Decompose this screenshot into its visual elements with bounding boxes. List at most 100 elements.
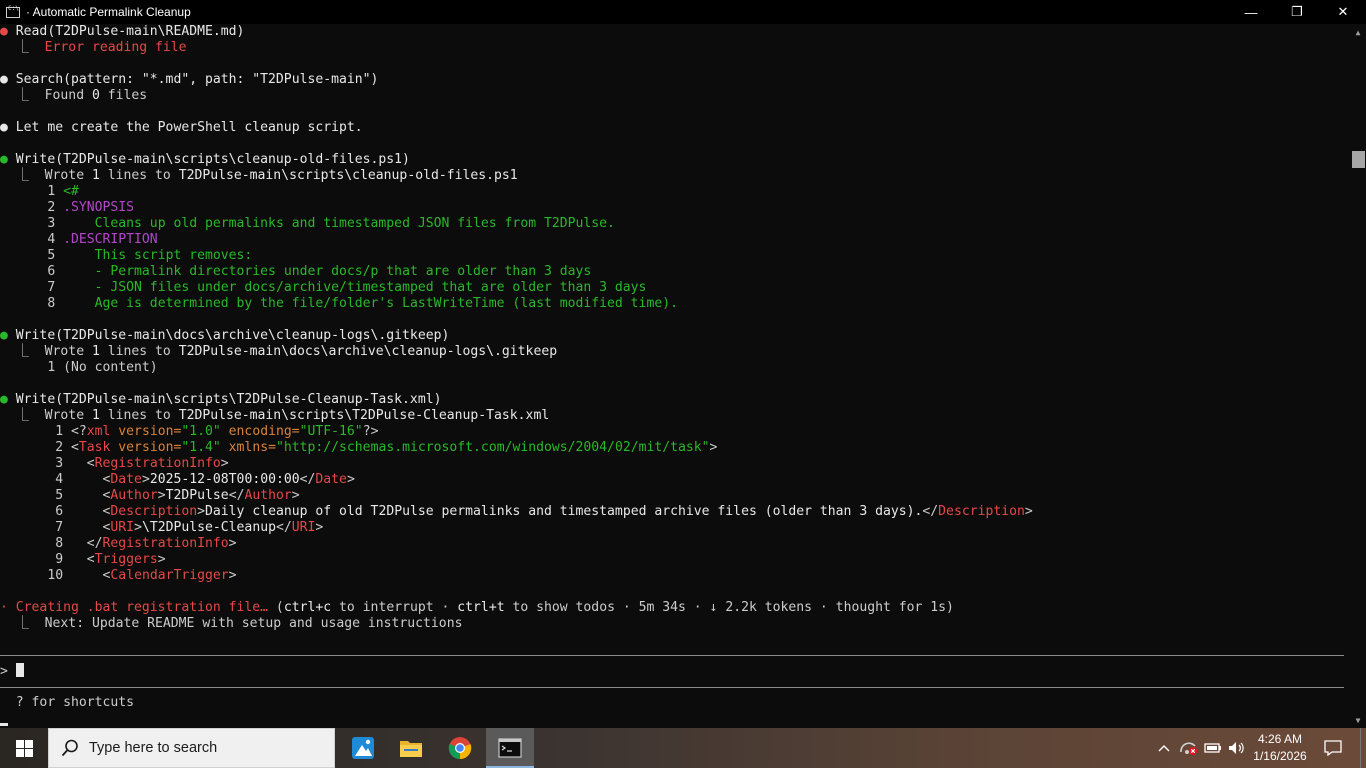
status-action: Creating .bat registration file… — [15, 600, 269, 615]
scroll-down-arrow-icon[interactable]: ▼ — [1350, 712, 1366, 728]
code-text: Cleans up old permalinks and timestamped… — [63, 216, 615, 231]
code-line: 6 <Description>Daily cleanup of old T2DP… — [0, 504, 1033, 520]
show-hidden-icons-button[interactable] — [1155, 728, 1173, 768]
result-path: T2DPulse-main\scripts\cleanup-old-files.… — [178, 168, 518, 183]
tool-call-search: ● Search(pattern: "*.md", path: "T2DPuls… — [0, 72, 378, 88]
code-line: 8 </RegistrationInfo> — [0, 536, 236, 552]
network-tray-button[interactable] — [1178, 728, 1200, 768]
taskbar-command-prompt[interactable] — [486, 728, 534, 768]
window-title-text: Automatic Permalink Cleanup — [32, 5, 191, 19]
code-line: 5 This script removes: — [0, 248, 252, 264]
search-placeholder: Type here to search — [89, 740, 218, 756]
shortcuts-hint: ? for shortcuts — [0, 695, 134, 711]
status-bullet: ● — [0, 120, 8, 135]
windows-logo-icon — [15, 739, 33, 757]
start-button[interactable] — [0, 728, 48, 768]
message-text: Let me create the PowerShell cleanup scr… — [15, 120, 363, 135]
restore-icon: ❐ — [1291, 4, 1303, 19]
result-count: 1 — [91, 168, 100, 183]
code-text: .SYNOPSIS — [63, 200, 135, 215]
input-bottom-border — [0, 687, 1344, 688]
network-error-icon — [1180, 742, 1197, 755]
status-line: · Creating .bat registration file… (ctrl… — [0, 600, 954, 616]
status-hint: ( — [268, 600, 284, 615]
action-center-button[interactable] — [1318, 728, 1348, 768]
tree-branch-icon: ⎿ — [15, 344, 29, 359]
search-icon — [61, 739, 79, 757]
status-bullet: ● — [0, 72, 8, 87]
status-hint: to interrupt · — [331, 600, 458, 615]
code-text: <# — [63, 184, 79, 199]
scroll-thumb[interactable] — [1352, 151, 1365, 168]
tool-result-write-ps1: ⎿ Wrote 1 lines to T2DPulse-main\scripts… — [0, 168, 518, 184]
line-number: 5 — [55, 488, 64, 503]
scroll-up-arrow-icon[interactable]: ▲ — [1350, 24, 1366, 40]
line-number: 3 — [47, 216, 56, 231]
error-text: Error reading file — [44, 40, 187, 55]
code-line: 4 <Date>2025-12-08T00:00:00</Date> — [0, 472, 355, 488]
terminal-icon — [498, 738, 522, 758]
code-line: 7 - JSON files under docs/archive/timest… — [0, 280, 646, 296]
status-bullet: ● — [0, 152, 8, 167]
tree-branch-icon: ⎿ — [15, 40, 29, 55]
shortcut-key: ctrl+t — [457, 600, 505, 615]
taskbar-chrome[interactable] — [436, 728, 484, 768]
line-number: 3 — [55, 456, 64, 471]
result-count: 1 — [91, 344, 100, 359]
prompt-input[interactable]: > — [0, 663, 24, 679]
code-line: 4 .DESCRIPTION — [0, 232, 157, 248]
tool-call-text: Write(T2DPulse-main\scripts\cleanup-old-… — [15, 152, 410, 167]
shortcuts-hint-text: ? for shortcuts — [15, 695, 135, 710]
code-line: 6 - Permalink directories under docs/p t… — [0, 264, 591, 280]
minimize-button[interactable]: — — [1228, 0, 1274, 24]
shortcut-key: ctrl+c — [283, 600, 332, 615]
text-cursor — [15, 663, 24, 677]
status-bullet: ● — [0, 392, 8, 407]
line-number: 9 — [55, 552, 64, 567]
taskbar-file-explorer[interactable] — [387, 728, 435, 768]
code-text: (No content) — [63, 360, 158, 375]
battery-icon — [1204, 743, 1221, 753]
line-number: 8 — [55, 536, 64, 551]
close-button[interactable]: ✕ — [1320, 0, 1366, 24]
result-count: 1 — [91, 408, 100, 423]
vertical-scrollbar[interactable]: ▲ ▼ — [1350, 24, 1366, 728]
taskbar-clock[interactable]: 4:26 AM 1/16/2026 — [1248, 728, 1312, 768]
speaker-icon — [1229, 742, 1244, 754]
tool-call-write-ps1: ● Write(T2DPulse-main\scripts\cleanup-ol… — [0, 152, 410, 168]
window-controls: — ❐ ✕ — [1228, 0, 1366, 24]
tool-call-text: Read(T2DPulse-main\README.md) — [15, 24, 245, 39]
next-todo: ⎿ Next: Update README with setup and usa… — [0, 616, 463, 632]
taskbar-search-box[interactable]: Type here to search — [48, 728, 335, 768]
clock-time: 4:26 AM — [1257, 732, 1303, 746]
terminal-output[interactable]: ● Read(T2DPulse-main\README.md) ⎿ Error … — [0, 24, 1350, 728]
tool-call-read: ● Read(T2DPulse-main\README.md) — [0, 24, 244, 40]
maximize-button[interactable]: ❐ — [1274, 0, 1320, 24]
assistant-message: ● Let me create the PowerShell cleanup s… — [0, 120, 363, 136]
line-number: 6 — [55, 504, 64, 519]
line-number: 8 — [47, 296, 56, 311]
battery-tray-button[interactable] — [1202, 728, 1224, 768]
line-number: 4 — [47, 232, 56, 247]
code-line: 5 <Author>T2DPulse</Author> — [0, 488, 299, 504]
result-text: Found — [44, 88, 92, 103]
tool-call-text: Search(pattern: "*.md", path: "T2DPulse-… — [15, 72, 379, 87]
title-dot: · — [26, 5, 33, 19]
taskbar-photos-app[interactable] — [339, 728, 387, 768]
show-desktop-button[interactable] — [1360, 728, 1366, 768]
window-title-bar[interactable]: · Automatic Permalink Cleanup — ❐ ✕ — [0, 0, 1366, 24]
code-line: 8 Age is determined by the file/folder's… — [0, 296, 678, 312]
line-number: 2 — [47, 200, 56, 215]
code-line: 1 (No content) — [0, 360, 158, 376]
code-line: 10 <CalendarTrigger> — [0, 568, 236, 584]
chevron-up-icon — [1158, 745, 1170, 752]
result-text: files — [99, 88, 148, 103]
tool-call-text: Write(T2DPulse-main\docs\archive\cleanup… — [15, 328, 450, 343]
tool-call-text: Write(T2DPulse-main\scripts\T2DPulse-Cle… — [15, 392, 442, 407]
tool-result-read: ⎿ Error reading file — [0, 40, 187, 56]
volume-tray-button[interactable] — [1226, 728, 1248, 768]
code-text: This script removes: — [63, 248, 253, 263]
command-prompt-icon — [6, 5, 20, 18]
code-line: 3 Cleans up old permalinks and timestamp… — [0, 216, 615, 232]
tool-result-write-gitkeep: ⎿ Wrote 1 lines to T2DPulse-main\docs\ar… — [0, 344, 557, 360]
